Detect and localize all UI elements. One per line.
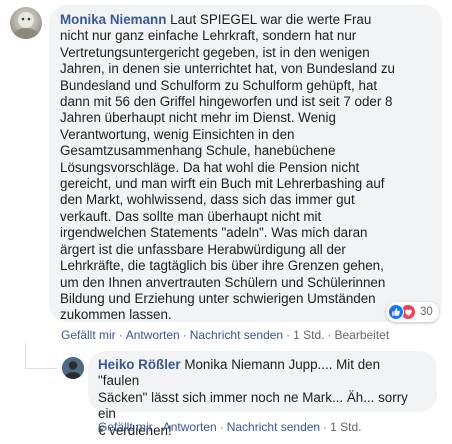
reaction-count: 30 (420, 306, 433, 318)
like-link[interactable]: Gefällt mir (98, 420, 153, 434)
separator: · (155, 420, 160, 434)
separator: · (327, 328, 332, 342)
separator: · (219, 420, 224, 434)
avatar[interactable] (10, 7, 42, 39)
like-link[interactable]: Gefällt mir (61, 328, 116, 342)
reaction-summary[interactable]: 30 (386, 302, 439, 322)
comment-text: Laut SPIEGEL war die werte Frau nicht nu… (60, 12, 395, 323)
timestamp[interactable]: 1 Std. (293, 328, 324, 342)
comment-actions: Gefällt mir · Antworten · Nachricht senden · 1… (61, 328, 389, 342)
edited-label[interactable]: Bearbeitet (334, 328, 389, 342)
comment-bubble: Monika Niemann Laut SPIEGEL war die wert… (49, 5, 442, 322)
separator: · (118, 328, 123, 342)
like-icon (388, 304, 404, 320)
reply-link[interactable]: Antworten (163, 420, 217, 434)
send-message-link[interactable]: Nachricht senden (190, 328, 283, 342)
reply-author[interactable]: Heiko Rößler (98, 357, 181, 372)
reply-thread-line (25, 343, 26, 369)
send-message-link[interactable]: Nachricht senden (227, 420, 320, 434)
separator: · (323, 420, 328, 434)
reply-actions: Gefällt mir · Antworten · Nachricht senden · 1… (98, 420, 361, 434)
reply-thread-line (25, 368, 57, 369)
avatar-photo-icon (13, 12, 39, 39)
avatar-photo-icon (62, 357, 84, 379)
separator: · (286, 328, 291, 342)
separator: · (182, 328, 187, 342)
reply-bubble: Heiko Rößler Monika Niemann Jupp.... Mit… (88, 351, 437, 438)
reply-link[interactable]: Antworten (126, 328, 180, 342)
timestamp[interactable]: 1 Std. (330, 420, 361, 434)
avatar[interactable] (62, 357, 84, 379)
comment-body: Monika Niemann Laut SPIEGEL war die wert… (60, 12, 430, 324)
comment-author[interactable]: Monika Niemann (60, 12, 166, 27)
